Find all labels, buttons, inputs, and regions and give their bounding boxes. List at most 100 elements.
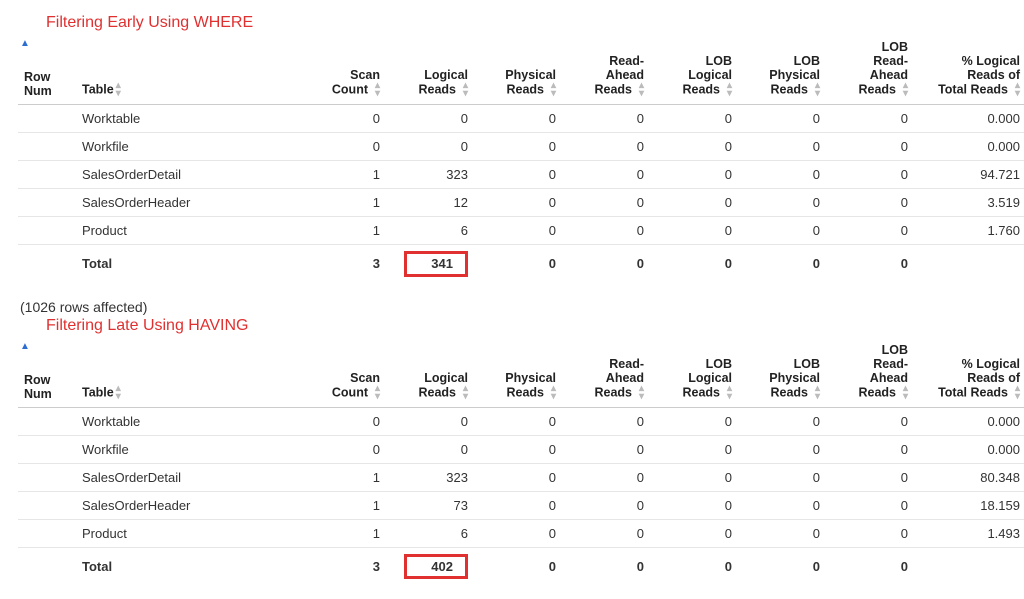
cell-lob-read-ahead: 0 [826, 519, 914, 547]
cell-rownum [18, 161, 76, 189]
cell-lob-logical: 0 [650, 133, 738, 161]
sort-asc-icon: ▲ [20, 38, 30, 49]
col-table[interactable]: Table [76, 339, 298, 408]
table-total-row: Total 3 341 0 0 0 0 0 [18, 245, 1024, 283]
cell-table: Workfile [76, 435, 298, 463]
cell-total-lob-physical: 0 [738, 245, 826, 283]
col-logical-reads[interactable]: LogicalReads [386, 36, 474, 105]
cell-total-physical-reads: 0 [474, 245, 562, 283]
cell-lob-logical: 0 [650, 105, 738, 133]
col-row-num[interactable]: ▲ RowNum [18, 339, 76, 408]
cell-lob-physical: 0 [738, 105, 826, 133]
sort-icon [810, 82, 820, 98]
cell-lob-read-ahead: 0 [826, 189, 914, 217]
col-pct-logical[interactable]: % LogicalReads ofTotal Reads [914, 339, 1024, 408]
cell-rownum [18, 217, 76, 245]
cell-logical-reads: 0 [386, 407, 474, 435]
cell-lob-logical: 0 [650, 435, 738, 463]
cell-total-lob-read-ahead: 0 [826, 547, 914, 585]
cell-total-label: Total [76, 547, 298, 585]
cell-table: SalesOrderDetail [76, 463, 298, 491]
cell-table: Workfile [76, 133, 298, 161]
cell-total-read-ahead: 0 [562, 547, 650, 585]
col-table[interactable]: Table [76, 36, 298, 105]
cell-rownum [18, 491, 76, 519]
cell-lob-read-ahead: 0 [826, 463, 914, 491]
cell-lob-logical: 0 [650, 189, 738, 217]
cell-pct: 0.000 [914, 435, 1024, 463]
cell-table: Worktable [76, 407, 298, 435]
table-row: SalesOrderHeader 1 12 0 0 0 0 0 3.519 [18, 189, 1024, 217]
table-row: SalesOrderHeader 1 73 0 0 0 0 0 18.159 [18, 491, 1024, 519]
cell-table: SalesOrderDetail [76, 161, 298, 189]
table-row: Product 1 6 0 0 0 0 0 1.760 [18, 217, 1024, 245]
col-lob-physical[interactable]: LOBPhysicalReads [738, 339, 826, 408]
col-lob-logical[interactable]: LOBLogicalReads [650, 339, 738, 408]
cell-logical-reads: 12 [386, 189, 474, 217]
cell-pct: 3.519 [914, 189, 1024, 217]
cell-scan-count: 1 [298, 189, 386, 217]
cell-pct: 0.000 [914, 105, 1024, 133]
col-scan-count[interactable]: ScanCount [298, 36, 386, 105]
sort-icon [116, 385, 126, 401]
table-row: Product 1 6 0 0 0 0 0 1.493 [18, 519, 1024, 547]
sort-icon [722, 385, 732, 401]
table-row: Workfile 0 0 0 0 0 0 0 0.000 [18, 435, 1024, 463]
col-read-ahead[interactable]: Read-AheadReads [562, 339, 650, 408]
cell-read-ahead: 0 [562, 189, 650, 217]
col-lob-physical[interactable]: LOBPhysicalReads [738, 36, 826, 105]
sort-icon [546, 82, 556, 98]
cell-total-logical-reads: 341 [386, 245, 474, 283]
table-row: SalesOrderDetail 1 323 0 0 0 0 0 94.721 [18, 161, 1024, 189]
cell-rownum [18, 133, 76, 161]
cell-physical-reads: 0 [474, 105, 562, 133]
cell-logical-reads: 6 [386, 217, 474, 245]
cell-logical-reads: 73 [386, 491, 474, 519]
cell-total-scan-count: 3 [298, 245, 386, 283]
cell-logical-reads: 0 [386, 105, 474, 133]
cell-total-read-ahead: 0 [562, 245, 650, 283]
sort-icon [634, 385, 644, 401]
cell-physical-reads: 0 [474, 133, 562, 161]
cell-total-label: Total [76, 245, 298, 283]
col-lob-logical[interactable]: LOBLogicalReads [650, 36, 738, 105]
cell-total-physical-reads: 0 [474, 547, 562, 585]
highlight-box: 402 [404, 554, 468, 580]
cell-lob-read-ahead: 0 [826, 491, 914, 519]
sort-icon [546, 385, 556, 401]
sort-icon [370, 385, 380, 401]
cell-read-ahead: 0 [562, 105, 650, 133]
cell-total-lob-logical: 0 [650, 245, 738, 283]
sort-icon [458, 82, 468, 98]
cell-read-ahead: 0 [562, 133, 650, 161]
col-physical-reads[interactable]: PhysicalReads [474, 36, 562, 105]
sort-icon [458, 385, 468, 401]
cell-scan-count: 1 [298, 217, 386, 245]
stats-table: ▲ RowNum Table ScanCount LogicalReads Ph… [18, 36, 1024, 283]
cell-pct: 18.159 [914, 491, 1024, 519]
col-pct-logical[interactable]: % LogicalReads ofTotal Reads [914, 36, 1024, 105]
col-scan-count[interactable]: ScanCount [298, 339, 386, 408]
col-lob-read-ahead[interactable]: LOBRead-AheadReads [826, 339, 914, 408]
cell-lob-logical: 0 [650, 161, 738, 189]
cell-lob-physical: 0 [738, 435, 826, 463]
cell-lob-read-ahead: 0 [826, 161, 914, 189]
cell-lob-physical: 0 [738, 161, 826, 189]
cell-lob-physical: 0 [738, 519, 826, 547]
col-logical-reads[interactable]: LogicalReads [386, 339, 474, 408]
cell-lob-physical: 0 [738, 189, 826, 217]
cell-lob-physical: 0 [738, 407, 826, 435]
col-physical-reads[interactable]: PhysicalReads [474, 339, 562, 408]
cell-rownum [18, 189, 76, 217]
stats-table: ▲ RowNum Table ScanCount LogicalReads Ph… [18, 339, 1024, 586]
sort-asc-icon: ▲ [20, 341, 30, 352]
cell-read-ahead: 0 [562, 491, 650, 519]
col-read-ahead[interactable]: Read-AheadReads [562, 36, 650, 105]
cell-logical-reads: 0 [386, 133, 474, 161]
col-lob-read-ahead[interactable]: LOBRead-AheadReads [826, 36, 914, 105]
cell-physical-reads: 0 [474, 161, 562, 189]
sort-icon [722, 82, 732, 98]
table-row: Workfile 0 0 0 0 0 0 0 0.000 [18, 133, 1024, 161]
cell-lob-read-ahead: 0 [826, 217, 914, 245]
col-row-num[interactable]: ▲ RowNum [18, 36, 76, 105]
